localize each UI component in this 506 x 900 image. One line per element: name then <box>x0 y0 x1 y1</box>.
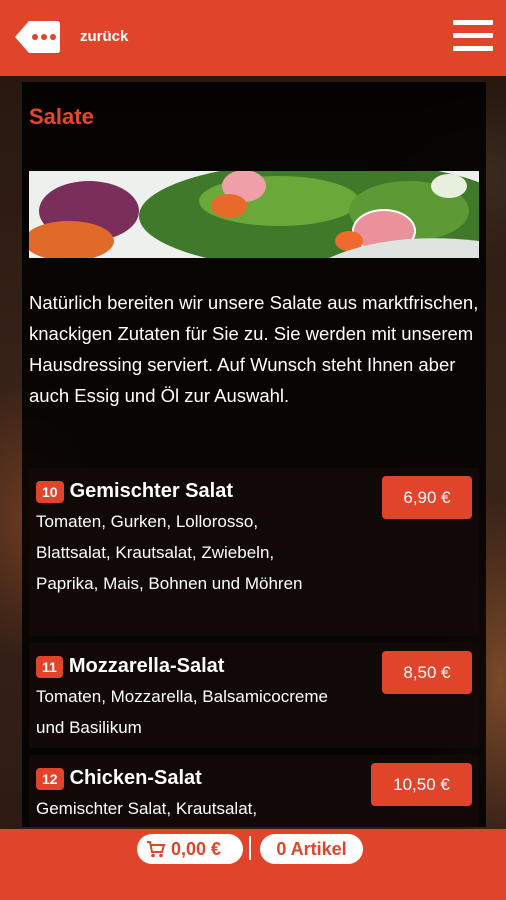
hamburger-menu-icon[interactable] <box>453 18 493 54</box>
add-to-cart-button[interactable]: 8,50 € <box>382 651 472 694</box>
item-name: Mozzarella-Salat <box>68 655 225 678</box>
menu-item[interactable]: 12 Chicken-Salat Gemischter Salat, Krauts… <box>29 755 479 827</box>
item-title: 12 Chicken-Salat <box>36 767 202 790</box>
more-dots-icon <box>15 21 60 53</box>
item-number-badge: 12 <box>36 767 64 790</box>
item-description: Tomaten, Mozzarella, Balsamicocreme und … <box>36 687 328 737</box>
item-title: 10 Gemischter Salat <box>36 480 233 503</box>
top-bar: zurück <box>0 0 506 76</box>
item-description: Gemischter Salat, Krautsalat, <box>36 799 258 818</box>
bottom-bar: 0,00 € 0 Artikel <box>0 829 506 900</box>
menu-item[interactable]: 11 Mozzarella-Salat Tomaten, Mozzarella, … <box>29 643 479 748</box>
cart-item-count[interactable]: 0 Artikel <box>260 834 363 864</box>
item-description: Tomaten, Gurken, Lollorosso, Blattsalat,… <box>36 512 303 593</box>
cart-button[interactable]: 0,00 € <box>137 834 243 864</box>
category-panel: Salate Natürlich bereiten wir unsere Sal… <box>22 82 486 827</box>
salad-banner <box>29 171 479 258</box>
page-title: Salate <box>29 104 94 129</box>
category-intro: Natürlich bereiten wir unsere Salate aus… <box>29 292 479 406</box>
item-name: Chicken-Salat <box>69 767 202 790</box>
add-to-cart-button[interactable]: 10,50 € <box>371 763 472 806</box>
item-name: Gemischter Salat <box>69 480 233 503</box>
item-number-badge: 11 <box>36 655 63 678</box>
item-title: 11 Mozzarella-Salat <box>36 655 224 678</box>
add-to-cart-button[interactable]: 6,90 € <box>382 476 472 519</box>
back-label[interactable]: zurück <box>80 28 128 45</box>
shopping-cart-icon <box>147 841 165 858</box>
back-button[interactable] <box>13 19 61 55</box>
footer-separator <box>249 836 251 860</box>
menu-item[interactable]: 10 Gemischter Salat Tomaten, Gurken, Loll… <box>29 468 479 636</box>
item-number-badge: 10 <box>36 480 64 503</box>
cart-total: 0,00 € <box>171 839 222 859</box>
